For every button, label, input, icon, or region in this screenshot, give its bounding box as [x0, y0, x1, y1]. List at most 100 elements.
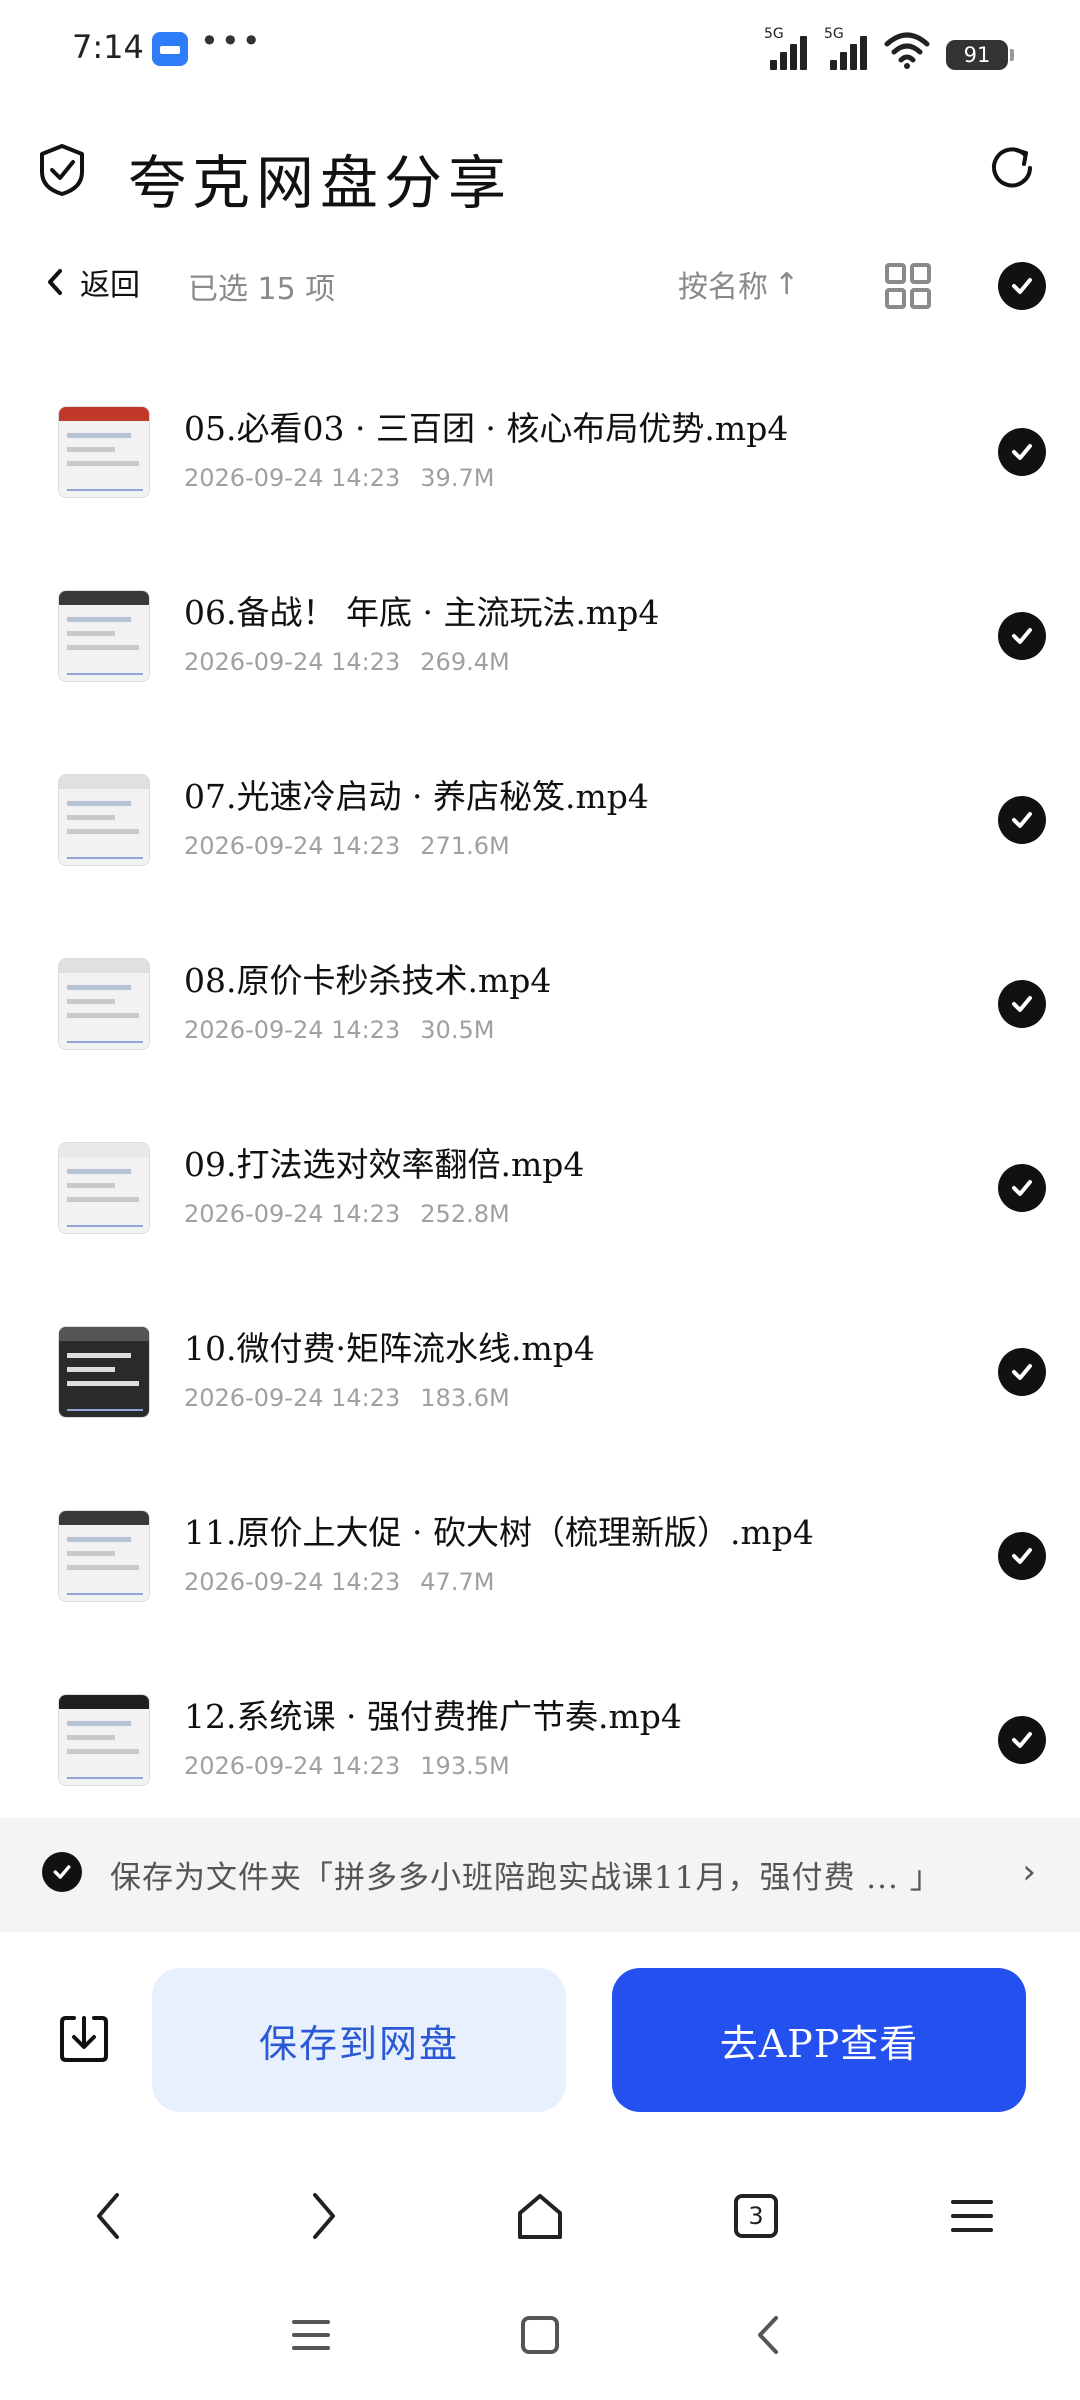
browser-tabs-button[interactable]: 3	[726, 2186, 786, 2246]
chevron-right-icon[interactable]: ›	[1022, 1852, 1036, 1892]
select-all-checkbox[interactable]	[998, 262, 1046, 310]
back-button[interactable]: 返回	[44, 260, 140, 304]
file-row[interactable]: 06.备战！ 年底 · 主流玩法.mp4 2026-09-24 14:23 269…	[0, 544, 1080, 728]
file-date: 2026-09-24 14:23	[184, 648, 401, 676]
battery-icon: 91	[946, 40, 1014, 70]
video-thumbnail	[58, 1510, 150, 1602]
file-checkbox[interactable]	[998, 1532, 1046, 1580]
folder-name-text: 保存为文件夹「拼多多小班陪跑实战课11月，强付费 ... 」	[110, 1860, 942, 1896]
video-thumbnail	[58, 1326, 150, 1418]
file-checkbox[interactable]	[998, 612, 1046, 660]
browser-home-button[interactable]	[510, 2186, 570, 2246]
video-thumbnail	[58, 1694, 150, 1786]
back-icon[interactable]	[744, 2310, 794, 2360]
file-name: 11.原价上大促 · 砍大树（梳理新版）.mp4	[184, 1513, 814, 1552]
home-icon	[518, 2194, 562, 2239]
browser-menu-button[interactable]	[942, 2186, 1002, 2246]
file-name: 05.必看03 · 三百团 · 核心布局优势.mp4	[184, 409, 789, 448]
video-thumbnail	[58, 406, 150, 498]
check-icon	[1012, 278, 1032, 294]
file-meta: 2026-09-24 14:23 30.5M	[184, 1016, 494, 1044]
sort-button[interactable]: 按名称 ↑	[678, 262, 799, 306]
file-size: 30.5M	[420, 1016, 495, 1044]
browser-forward-button[interactable]	[294, 2186, 354, 2246]
menu-icon	[951, 2200, 993, 2232]
file-date: 2026-09-24 14:23	[184, 464, 401, 492]
file-size: 269.4M	[420, 648, 510, 676]
selected-count: 已选 15 项	[188, 272, 336, 307]
signal-icon: 5G	[764, 26, 814, 70]
file-date: 2026-09-24 14:23	[184, 832, 401, 860]
file-row[interactable]: 08.原价卡秒杀技术.mp4 2026-09-24 14:23 30.5M	[0, 912, 1080, 1096]
file-row[interactable]: 12.系统课 · 强付费推广节奏.mp4 2026-09-24 14:23 193…	[0, 1648, 1080, 1832]
home-icon[interactable]	[515, 2310, 565, 2360]
refresh-icon[interactable]	[984, 140, 1040, 196]
file-size: 47.7M	[420, 1568, 495, 1596]
grid-view-icon[interactable]	[884, 262, 932, 310]
file-date: 2026-09-24 14:23	[184, 1016, 401, 1044]
file-checkbox[interactable]	[998, 1164, 1046, 1212]
folder-checkbox[interactable]	[42, 1852, 82, 1892]
file-date: 2026-09-24 14:23	[184, 1752, 401, 1780]
check-icon	[1012, 444, 1032, 460]
check-icon	[1012, 812, 1032, 828]
shield-check-icon	[40, 144, 84, 196]
video-thumbnail	[58, 774, 150, 866]
file-name: 06.备战！ 年底 · 主流玩法.mp4	[184, 593, 660, 632]
file-size: 193.5M	[420, 1752, 510, 1780]
system-nav-bar	[0, 2290, 1080, 2380]
file-size: 271.6M	[420, 832, 510, 860]
file-meta: 2026-09-24 14:23 193.5M	[184, 1752, 510, 1780]
file-meta: 2026-09-24 14:23 47.7M	[184, 1568, 494, 1596]
wifi-icon	[884, 32, 930, 69]
network-label: 5G	[764, 26, 784, 42]
network-label: 5G	[824, 26, 844, 42]
chevron-left-icon	[97, 2193, 119, 2239]
file-meta: 2026-09-24 14:23 39.7M	[184, 464, 494, 492]
sort-label: 按名称	[678, 270, 768, 305]
file-name: 12.系统课 · 强付费推广节奏.mp4	[184, 1697, 682, 1736]
file-checkbox[interactable]	[998, 1716, 1046, 1764]
video-thumbnail	[58, 590, 150, 682]
download-icon[interactable]	[56, 2010, 112, 2066]
signal-icon: 5G	[824, 26, 874, 70]
file-size: 183.6M	[420, 1384, 510, 1412]
check-icon	[1012, 1548, 1032, 1564]
status-time: 7:14	[72, 28, 144, 66]
file-size: 39.7M	[420, 464, 495, 492]
recent-apps-icon[interactable]	[286, 2310, 336, 2360]
page-title: 夸克网盘分享	[128, 149, 513, 217]
file-name: 07.光速冷启动 · 养店秘笈.mp4	[184, 777, 649, 816]
chevron-left-icon	[48, 269, 62, 295]
open-in-app-button[interactable]: 去APP查看	[612, 1968, 1026, 2112]
video-thumbnail	[58, 958, 150, 1050]
browser-nav-bar: 3	[0, 2166, 1080, 2266]
video-thumbnail	[58, 1142, 150, 1234]
file-meta: 2026-09-24 14:23 183.6M	[184, 1384, 510, 1412]
notification-app-icon	[152, 32, 188, 66]
file-checkbox[interactable]	[998, 980, 1046, 1028]
save-as-folder-option[interactable]: 保存为文件夹「拼多多小班陪跑实战课11月，强付费 ... 」 ›	[0, 1818, 1080, 1932]
file-name: 10.微付费·矩阵流水线.mp4	[184, 1329, 595, 1368]
file-row[interactable]: 05.必看03 · 三百团 · 核心布局优势.mp4 2026-09-24 14…	[0, 360, 1080, 544]
action-bar: 保存到网盘 去APP查看	[0, 1960, 1080, 2120]
file-row[interactable]: 09.打法选对效率翻倍.mp4 2026-09-24 14:23 252.8M	[0, 1096, 1080, 1280]
more-notifications-icon: •••	[200, 22, 263, 60]
check-icon	[1012, 996, 1032, 1012]
check-icon	[1012, 1180, 1032, 1196]
save-to-drive-button[interactable]: 保存到网盘	[152, 1968, 566, 2112]
file-row[interactable]: 07.光速冷启动 · 养店秘笈.mp4 2026-09-24 14:23 271.…	[0, 728, 1080, 912]
file-date: 2026-09-24 14:23	[184, 1384, 401, 1412]
file-checkbox[interactable]	[998, 1348, 1046, 1396]
file-row[interactable]: 10.微付费·矩阵流水线.mp4 2026-09-24 14:23 183.6M	[0, 1280, 1080, 1464]
file-list: 05.必看03 · 三百团 · 核心布局优势.mp4 2026-09-24 14…	[0, 360, 1080, 1832]
file-checkbox[interactable]	[998, 428, 1046, 476]
file-size: 252.8M	[420, 1200, 510, 1228]
file-checkbox[interactable]	[998, 796, 1046, 844]
file-meta: 2026-09-24 14:23 271.6M	[184, 832, 510, 860]
file-row[interactable]: 11.原价上大促 · 砍大树（梳理新版）.mp4 2026-09-24 14:2…	[0, 1464, 1080, 1648]
file-date: 2026-09-24 14:23	[184, 1200, 401, 1228]
check-icon	[1012, 628, 1032, 644]
title-bar: 夸克网盘分享	[0, 120, 1080, 220]
browser-back-button[interactable]	[78, 2186, 138, 2246]
